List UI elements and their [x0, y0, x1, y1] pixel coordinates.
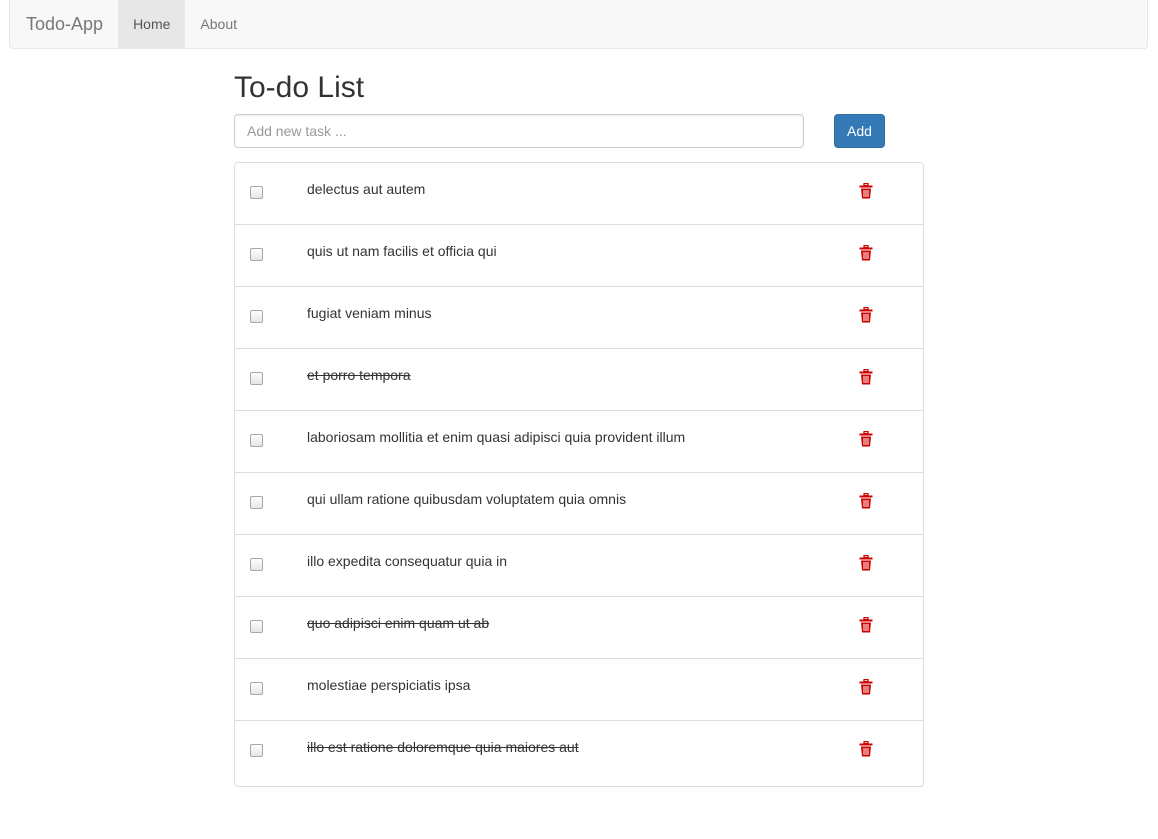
trash-icon[interactable] [859, 555, 873, 571]
task-checkbox[interactable] [250, 372, 263, 385]
task-text: quo adipisci enim quam ut ab [307, 615, 490, 631]
task-checkbox[interactable] [250, 434, 263, 447]
task-item: quo adipisci enim quam ut ab [235, 597, 923, 659]
task-text: quis ut nam facilis et officia qui [307, 243, 497, 259]
task-checkbox[interactable] [250, 186, 263, 199]
page-title: To-do List [234, 71, 365, 104]
nav-home-link[interactable]: Home [118, 0, 186, 48]
task-checkbox[interactable] [250, 744, 263, 757]
task-item: illo est ratione doloremque quia maiores… [235, 721, 923, 786]
task-item: qui ullam ratione quibusdam voluptatem q… [235, 473, 923, 535]
task-list: delectus aut autem quis ut nam facilis et… [234, 162, 924, 787]
task-text: molestiae perspiciatis ipsa [307, 677, 471, 693]
new-task-input[interactable] [234, 114, 804, 148]
task-checkbox[interactable] [250, 310, 263, 323]
task-text: fugiat veniam minus [307, 305, 432, 321]
trash-icon[interactable] [859, 617, 873, 633]
main-content: To-do List Add delectus aut autem quis ut… [234, 60, 924, 787]
add-task-form: Add [234, 114, 924, 154]
task-text: illo est ratione doloremque quia maiores… [307, 739, 579, 755]
task-text: illo expedita consequatur quia in [307, 553, 508, 569]
trash-icon[interactable] [859, 741, 873, 757]
trash-icon[interactable] [859, 493, 873, 509]
task-item: fugiat veniam minus [235, 287, 923, 349]
task-item: illo expedita consequatur quia in [235, 535, 923, 597]
task-item: molestiae perspiciatis ipsa [235, 659, 923, 721]
task-text: qui ullam ratione quibusdam voluptatem q… [307, 491, 627, 507]
brand-logo[interactable]: Todo-App [10, 0, 118, 48]
task-checkbox[interactable] [250, 682, 263, 695]
task-text: delectus aut autem [307, 181, 426, 197]
trash-icon[interactable] [859, 431, 873, 447]
trash-icon[interactable] [859, 679, 873, 695]
task-checkbox[interactable] [250, 558, 263, 571]
trash-icon[interactable] [859, 307, 873, 323]
task-text: et porro tempora [307, 367, 411, 383]
trash-icon[interactable] [859, 245, 873, 261]
task-item: quis ut nam facilis et officia qui [235, 225, 923, 287]
task-text: laboriosam mollitia et enim quasi adipis… [307, 429, 686, 445]
task-item: et porro tempora [235, 349, 923, 411]
add-task-button[interactable]: Add [834, 114, 885, 148]
trash-icon[interactable] [859, 183, 873, 199]
task-checkbox[interactable] [250, 496, 263, 509]
nav-about-link[interactable]: About [185, 0, 252, 48]
task-item: laboriosam mollitia et enim quasi adipis… [235, 411, 923, 473]
trash-icon[interactable] [859, 369, 873, 385]
task-checkbox[interactable] [250, 620, 263, 633]
task-checkbox[interactable] [250, 248, 263, 261]
task-item: delectus aut autem [235, 163, 923, 225]
navbar: Todo-App Home About [9, 0, 1148, 49]
